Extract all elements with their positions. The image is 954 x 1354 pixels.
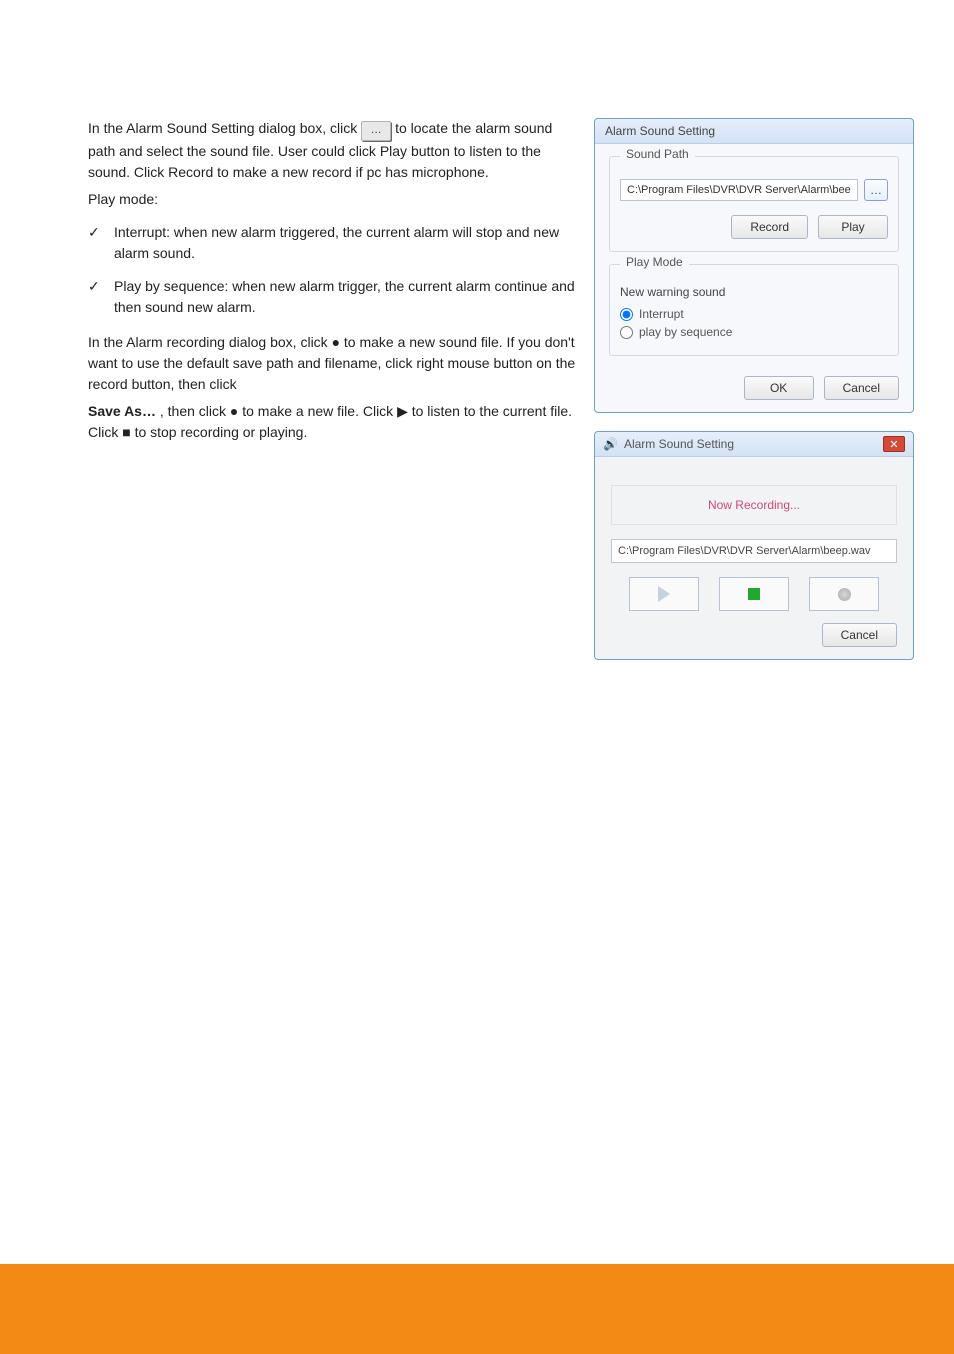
ok-button[interactable]: OK — [744, 376, 814, 400]
record-button[interactable]: Record — [731, 215, 808, 239]
play-icon — [658, 586, 670, 602]
ellipsis-button-inline: … — [361, 121, 391, 141]
dialog2-title: Alarm Sound Setting — [624, 437, 734, 451]
body-text: In the Alarm Sound Setting dialog box, c… — [88, 118, 576, 449]
page-footer-band — [0, 1264, 954, 1354]
sound-path-input[interactable] — [620, 179, 858, 201]
radio-interrupt-label: Interrupt — [639, 307, 684, 321]
play-button[interactable]: Play — [818, 215, 888, 239]
intro-text-1: In the Alarm Sound Setting dialog box, c… — [88, 120, 361, 136]
media-play-button[interactable] — [629, 577, 699, 611]
mode-sequence-desc: Play by sequence: when new alarm trigger… — [88, 276, 576, 318]
media-stop-button[interactable] — [719, 577, 789, 611]
record-para-2: , then click ● to make a new file. Click… — [88, 403, 572, 440]
stop-icon — [748, 588, 760, 600]
cancel-button[interactable]: Cancel — [824, 376, 899, 400]
play-mode-label: Play mode: — [88, 189, 576, 210]
browse-button[interactable]: … — [864, 179, 888, 201]
alarm-sound-setting-dialog: Alarm Sound Setting Sound Path … Record … — [594, 118, 914, 413]
sound-path-legend: Sound Path — [620, 147, 695, 161]
record-para-1: In the Alarm recording dialog box, click… — [88, 334, 575, 392]
record-path-display: C:\Program Files\DVR\DVR Server\Alarm\be… — [611, 539, 897, 563]
play-mode-legend: Play Mode — [620, 255, 689, 269]
cancel-button-2[interactable]: Cancel — [822, 623, 897, 647]
save-as-label: Save As… — [88, 403, 156, 419]
alarm-recording-dialog: 🔊 Alarm Sound Setting ✕ Now Recording...… — [594, 431, 914, 660]
radio-sequence-label: play by sequence — [639, 325, 732, 339]
dialog-title: Alarm Sound Setting — [595, 119, 913, 144]
radio-interrupt[interactable]: Interrupt — [620, 307, 888, 321]
mode-interrupt-desc: Interrupt: when new alarm triggered, the… — [88, 222, 576, 264]
app-icon: 🔊 — [603, 437, 618, 451]
now-recording-label: Now Recording... — [611, 485, 897, 525]
play-mode-group: Play Mode New warning sound Interrupt pl… — [609, 264, 899, 356]
new-warning-label: New warning sound — [620, 285, 888, 299]
close-button[interactable]: ✕ — [883, 436, 905, 452]
record-icon — [838, 588, 851, 601]
radio-sequence[interactable]: play by sequence — [620, 325, 888, 339]
media-record-button[interactable] — [809, 577, 879, 611]
sound-path-group: Sound Path … Record Play — [609, 156, 899, 252]
